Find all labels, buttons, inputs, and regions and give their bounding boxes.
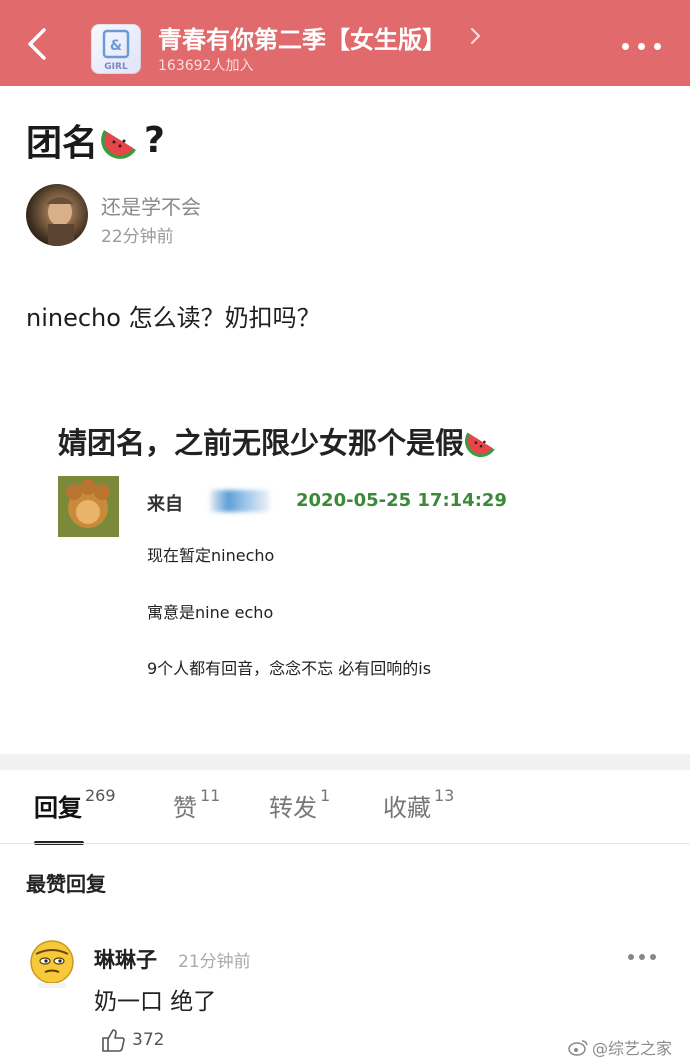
weibo-logo-icon [568,1040,588,1056]
reply-more-icon[interactable] [626,950,658,964]
chevron-right-icon[interactable] [467,25,483,47]
screenshot-date: 2020-05-25 17:14:29 [296,490,507,511]
tab-divider [0,843,690,844]
tab-label: 收藏 [383,794,431,822]
tab-count: 269 [85,786,116,805]
top-replies-label: 最赞回复 [26,872,106,896]
svg-text:&: & [110,38,122,54]
post-title-text: 团名 [26,123,99,164]
author-avatar[interactable] [26,184,88,246]
screenshot-line: 现在暂定ninecho [147,546,275,565]
more-options-icon[interactable] [618,34,664,58]
post-title: 团名 ? [26,114,165,166]
weibo-watermark: @综艺之家 [567,1035,672,1059]
top-app-bar: & GIRL 青春有你第二季【女生版】 163692人加入 [0,0,690,86]
group-logo[interactable]: & GIRL [91,24,141,74]
member-count: 163692人加入 [158,58,254,74]
like-count: 372 [132,1030,165,1050]
tab-label: 赞 [173,794,197,822]
post-body: ninecho 怎么读？奶扣吗？ [26,304,321,332]
watermark-text: @综艺之家 [592,1039,673,1058]
screenshot-title: 婧团名，之前无限少女那个是假 [58,420,498,462]
tab-count: 11 [200,786,221,805]
post-time: 22分钟前 [101,227,174,247]
embedded-screenshot[interactable]: 婧团名，之前无限少女那个是假 来自 2020-05-25 17:14:29 现在… [0,390,690,750]
blurred-username [210,490,270,512]
screenshot-from: 来自 [147,494,183,515]
tab-likes[interactable]: 赞 11 [173,786,221,823]
svg-text:GIRL: GIRL [104,62,128,72]
author-name[interactable]: 还是学不会 [101,191,201,220]
tab-reposts[interactable]: 转发 1 [269,786,331,823]
section-divider [0,754,690,770]
screenshot-line: 9个人都有回音，念念不忘 必有回响的is [147,659,432,678]
tab-favorites[interactable]: 收藏 13 [383,786,455,823]
reply-avatar[interactable] [26,938,78,990]
reply-time: 21分钟前 [178,952,251,972]
post-title-suffix: ? [144,119,165,161]
tab-label: 转发 [269,794,317,822]
reply-author[interactable]: 琳琳子 [94,944,157,974]
back-arrow-icon[interactable] [24,26,54,62]
thumbs-up-icon [102,1029,125,1052]
tab-label: 回复 [34,794,82,822]
reply-text: 奶一口 绝了 [94,989,217,1015]
tab-replies[interactable]: 回复 269 [34,786,116,823]
tab-count: 13 [434,786,455,805]
screenshot-line: 寓意是nine echo [147,603,274,622]
like-button[interactable]: 372 [100,1026,164,1054]
tab-count: 1 [320,786,331,805]
screenshot-title-text: 婧团名，之前无限少女那个是假 [58,426,465,460]
group-title[interactable]: 青春有你第二季【女生版】 [158,20,446,55]
watermelon-icon [101,130,137,159]
watermelon-icon [464,432,495,458]
screenshot-avatar [58,476,119,537]
